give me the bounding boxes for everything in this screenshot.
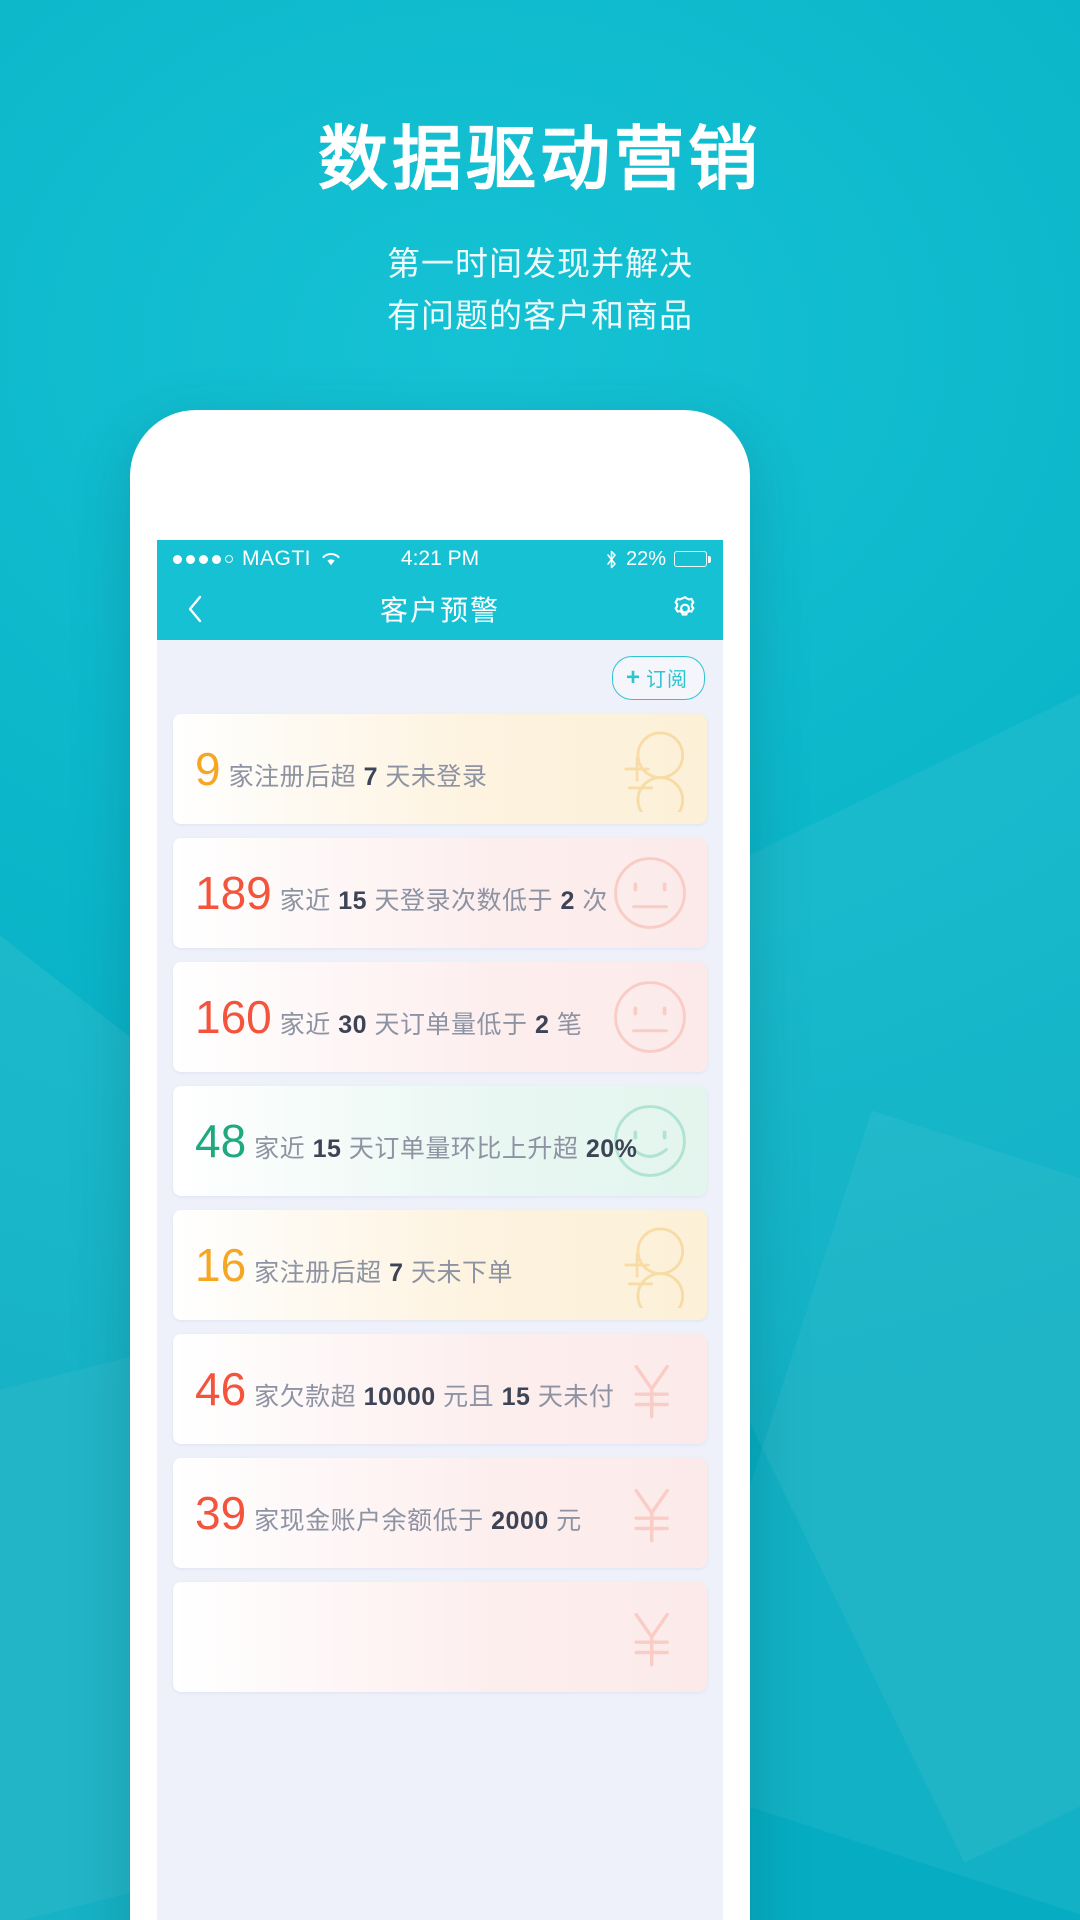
- alert-prefix: 家近: [254, 1134, 306, 1163]
- alert-card-text: 160 家近 30 天订单量低于 2 笔: [195, 994, 582, 1041]
- alert-prefix: 家近: [279, 886, 331, 915]
- alert-count: 48: [195, 1114, 247, 1167]
- alert-suffix: 天登录次数低于: [374, 886, 553, 915]
- alert-description: 家注册后超 7 天未登录: [229, 757, 488, 793]
- alert-suffix: 天订单量环比上升超: [348, 1134, 579, 1163]
- hero-subtitle-line-1: 第一时间发现并解决: [387, 245, 693, 283]
- alert-description: 家注册后超 7 天未下单: [254, 1253, 513, 1289]
- alert-prefix: 家近: [279, 1010, 331, 1039]
- alert-count: 46: [195, 1362, 247, 1415]
- status-bar-right: 22%: [605, 547, 711, 571]
- alert-value: 15: [338, 886, 368, 915]
- alert-suffix: 天未下单: [411, 1258, 514, 1287]
- face-confused-icon: [624, 1227, 685, 1308]
- phone-screen: MAGTI 4:21 PM 22% 客户预警 + 订阅 9 家注册后超 7 天未…: [157, 540, 723, 1920]
- alert-prefix: 家注册后超: [228, 762, 357, 791]
- alert-value: 2000: [491, 1506, 549, 1535]
- battery-icon: [674, 551, 711, 567]
- gear-icon: [674, 596, 695, 616]
- alert-card[interactable]: 9 家注册后超 7 天未登录: [173, 714, 707, 824]
- alert-suffix: 元: [556, 1506, 582, 1535]
- subscribe-label: 订阅: [646, 669, 688, 691]
- alert-card-text: 189 家近 15 天登录次数低于 2 次: [195, 870, 608, 917]
- alert-count: 9: [195, 742, 221, 795]
- alert-card[interactable]: 160 家近 30 天订单量低于 2 笔: [173, 962, 707, 1072]
- alert-description: 家现金账户余额低于 2000 元: [254, 1501, 582, 1537]
- back-button[interactable]: [175, 589, 215, 629]
- toolbar-row: + 订阅: [173, 640, 707, 714]
- alert-card[interactable]: 39 家现金账户余额低于 2000 元: [173, 1458, 707, 1568]
- phone-mockup: MAGTI 4:21 PM 22% 客户预警 + 订阅 9 家注册后超 7 天未…: [130, 410, 750, 1920]
- alert-card[interactable]: [173, 1582, 707, 1692]
- hero-section: 数据驱动营销 第一时间发现并解决 有问题的客户和商品: [0, 120, 1080, 341]
- alert-card[interactable]: 189 家近 15 天登录次数低于 2 次: [173, 838, 707, 948]
- yen-icon: [634, 1488, 669, 1543]
- alert-prefix: 家现金账户余额低于: [254, 1506, 484, 1535]
- alert-description: 家欠款超 10000 元且 15 天未付: [254, 1377, 614, 1413]
- page-title: 数据驱动营销: [318, 120, 762, 198]
- hero-subtitle: 第一时间发现并解决 有问题的客户和商品: [0, 238, 1080, 340]
- alert-suffix-2: 次: [582, 886, 608, 915]
- alert-card[interactable]: 46 家欠款超 10000 元且 15 天未付: [173, 1334, 707, 1444]
- alert-list-container[interactable]: + 订阅 9 家注册后超 7 天未登录 189 家近 15 天登录次数低于 2 次 …: [157, 640, 723, 1920]
- alert-value: 7: [389, 1258, 404, 1287]
- alert-card-text: 16 家注册后超 7 天未下单: [195, 1242, 513, 1289]
- subscribe-button[interactable]: + 订阅: [611, 656, 705, 700]
- alert-card-text: 48 家近 15 天订单量环比上升超 20%: [195, 1118, 637, 1165]
- alert-card-text: 9 家注册后超 7 天未登录: [195, 746, 487, 793]
- chevron-left-icon: [188, 595, 202, 623]
- alert-value: 30: [338, 1010, 368, 1039]
- alert-description: 家近 30 天订单量低于 2 笔: [280, 1005, 583, 1041]
- face-confused-icon: [624, 731, 685, 812]
- face-neutral-icon: [614, 857, 686, 929]
- alert-suffix: 元且: [443, 1382, 495, 1411]
- alert-suffix: 天未登录: [385, 762, 488, 791]
- alert-suffix: 天订单量低于: [374, 1010, 528, 1039]
- battery-percent-label: 22%: [625, 547, 666, 570]
- alert-suffix-2: 笔: [556, 1010, 583, 1039]
- signal-strength-icon: [173, 554, 233, 564]
- settings-button[interactable]: [665, 589, 705, 629]
- status-bar-left: MAGTI: [173, 547, 342, 571]
- status-bar: MAGTI 4:21 PM 22%: [157, 540, 723, 578]
- alert-value: 15: [312, 1134, 342, 1163]
- alert-value-2: 20%: [585, 1134, 638, 1163]
- alert-value-2: 2: [560, 886, 575, 915]
- wifi-icon: [320, 551, 342, 567]
- alert-value-2: 15: [501, 1382, 531, 1411]
- alert-card[interactable]: 48 家近 15 天订单量环比上升超 20%: [173, 1086, 707, 1196]
- alert-list: 9 家注册后超 7 天未登录 189 家近 15 天登录次数低于 2 次 160 家近…: [173, 714, 707, 1692]
- alert-count: 16: [195, 1238, 247, 1291]
- alert-prefix: 家注册后超: [254, 1258, 382, 1287]
- navigation-bar: 客户预警: [157, 578, 723, 640]
- alert-suffix-2: 天未付: [537, 1382, 615, 1411]
- alert-count: 160: [195, 990, 272, 1043]
- face-neutral-icon: [614, 981, 686, 1053]
- alert-count: 189: [195, 866, 272, 919]
- alert-value-2: 2: [534, 1010, 550, 1039]
- alert-count: 39: [195, 1486, 247, 1539]
- carrier-label: MAGTI: [242, 547, 311, 570]
- alert-description: 家近 15 天订单量环比上升超 20%: [254, 1129, 637, 1165]
- plus-icon: +: [625, 663, 641, 691]
- alert-card-text: 39 家现金账户余额低于 2000 元: [195, 1490, 582, 1537]
- alert-card-text: 46 家欠款超 10000 元且 15 天未付: [195, 1366, 614, 1413]
- alert-card[interactable]: 16 家注册后超 7 天未下单: [173, 1210, 707, 1320]
- nav-title: 客户预警: [379, 595, 500, 626]
- alert-value: 7: [363, 762, 378, 791]
- yen-icon: [634, 1612, 669, 1667]
- yen-icon: [634, 1364, 669, 1419]
- alert-value: 10000: [363, 1382, 436, 1411]
- bluetooth-icon: [605, 550, 618, 569]
- hero-subtitle-line-2: 有问题的客户和商品: [387, 296, 693, 334]
- alert-description: 家近 15 天登录次数低于 2 次: [280, 881, 608, 917]
- alert-prefix: 家欠款超: [254, 1382, 357, 1411]
